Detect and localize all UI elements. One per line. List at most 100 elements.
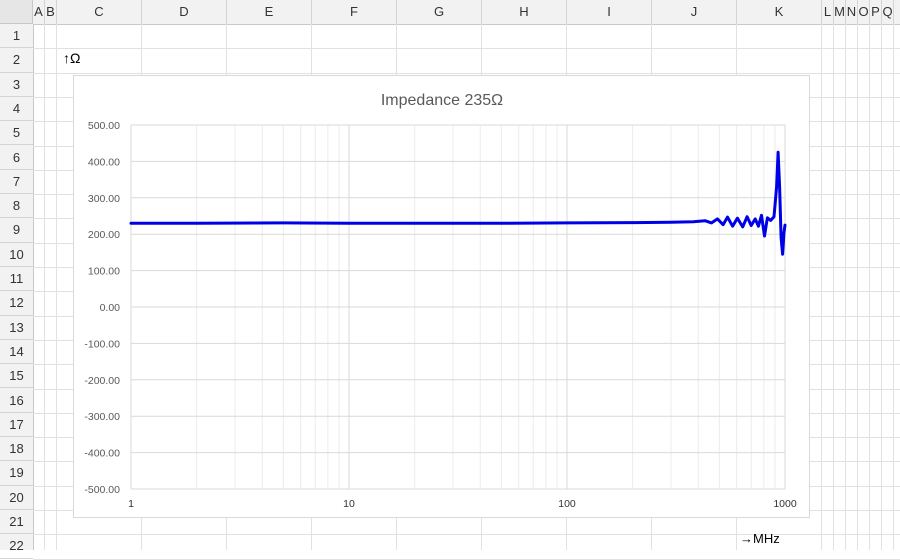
y-tick-label: 0.00 (100, 302, 121, 314)
data-point (763, 234, 766, 238)
column-header-d[interactable]: D (142, 0, 227, 24)
x-tick-label: 100 (558, 498, 576, 510)
column-header-p[interactable]: P (870, 0, 882, 24)
row-header-7[interactable]: 7 (0, 170, 33, 195)
impedance-chart[interactable]: Impedance 235Ω 500.00 400.00 300.00 200.00 1… (74, 76, 811, 519)
row-header-2[interactable]: 2 (0, 48, 33, 73)
data-point (669, 221, 673, 224)
x-axis-tick-labels: 1 10 100 1000 (128, 498, 797, 510)
row-header-19[interactable]: 19 (0, 461, 33, 486)
data-point (772, 215, 776, 218)
data-point (500, 222, 503, 225)
row-header-4[interactable]: 4 (0, 97, 33, 122)
row-header-12[interactable]: 12 (0, 291, 33, 316)
row-header-20[interactable]: 20 (0, 486, 33, 510)
row-header-bar: 1 2 3 4 5 6 7 8 9 10 11 12 13 14 15 16 17 18 19 20 21 22 (0, 24, 34, 559)
x-tick-label: 10 (343, 498, 355, 510)
y-tick-label: 500.00 (88, 120, 120, 132)
row-header-15[interactable]: 15 (0, 364, 33, 389)
column-header-j[interactable]: J (652, 0, 737, 24)
y-axis-tick-labels: 500.00 400.00 300.00 200.00 100.00 0.00 -100.0… (84, 120, 120, 496)
row-header-17[interactable]: 17 (0, 413, 33, 438)
data-point (750, 224, 753, 227)
row-header-9[interactable]: 9 (0, 218, 33, 243)
data-point (195, 222, 198, 225)
data-point (710, 221, 713, 225)
series-lines[interactable] (129, 150, 787, 256)
column-header-m[interactable]: M (834, 0, 846, 24)
data-point (347, 222, 351, 225)
row-header-21[interactable]: 21 (0, 510, 33, 535)
row-header-6[interactable]: 6 (0, 146, 33, 170)
data-point (692, 220, 695, 223)
chart-title[interactable]: Impedance 235Ω (381, 92, 503, 109)
column-header-g[interactable]: G (397, 0, 482, 24)
column-header-i[interactable]: I (567, 0, 652, 24)
row-header-14[interactable]: 14 (0, 340, 33, 365)
x-tick-label: 1 (128, 498, 134, 510)
column-header-b[interactable]: B (45, 0, 57, 24)
data-point (716, 217, 719, 221)
column-header-o[interactable]: O (858, 0, 870, 24)
row-header-22[interactable]: 22 (0, 534, 33, 559)
data-point (779, 236, 783, 239)
data-point (757, 225, 760, 228)
data-point (778, 185, 781, 189)
row-header-8[interactable]: 8 (0, 194, 33, 219)
column-header-e[interactable]: E (227, 0, 312, 24)
y-tick-label: -500.00 (84, 484, 120, 496)
y-tick-label: -100.00 (84, 338, 120, 350)
y-tick-label: -300.00 (84, 411, 120, 423)
data-point (782, 231, 786, 234)
data-point (413, 222, 416, 225)
column-header-q[interactable]: Q (882, 0, 894, 24)
y-tick-label: 400.00 (88, 156, 120, 168)
y-tick-label: 200.00 (88, 229, 120, 241)
data-point (745, 215, 749, 218)
data-point (726, 215, 729, 219)
data-point (781, 253, 784, 256)
column-header-c[interactable]: C (57, 0, 142, 24)
data-point (721, 223, 725, 226)
data-point (282, 221, 285, 225)
data-point (760, 214, 763, 217)
y-tick-label: -400.00 (84, 448, 120, 460)
column-header-k[interactable]: K (737, 0, 822, 24)
column-header-n[interactable]: N (846, 0, 858, 24)
data-point (769, 219, 772, 222)
row-header-11[interactable]: 11 (0, 267, 33, 292)
select-all-corner[interactable] (0, 0, 33, 24)
x-unit-label[interactable]: →MHz (740, 531, 780, 546)
y-tick-label: 300.00 (88, 193, 120, 205)
data-point (129, 222, 133, 225)
y-unit-label[interactable]: ↑Ω (63, 50, 80, 66)
x-tick-label: 1000 (773, 498, 797, 510)
data-point (766, 216, 769, 219)
impedance-series-line[interactable] (129, 150, 787, 256)
column-header-h[interactable]: H (482, 0, 567, 24)
row-header-18[interactable]: 18 (0, 437, 33, 462)
data-point (736, 217, 739, 220)
column-header-bar: ABCDEFGHIJKLMNOPQ (33, 0, 900, 25)
row-header-13[interactable]: 13 (0, 316, 33, 340)
row-header-3[interactable]: 3 (0, 73, 33, 97)
row-header-1[interactable]: 1 (0, 24, 33, 49)
data-point (731, 225, 734, 228)
data-point (703, 219, 707, 222)
data-point (776, 151, 780, 154)
plot-gridlines (130, 124, 786, 490)
column-header-l[interactable]: L (822, 0, 834, 24)
data-point (754, 217, 757, 221)
y-tick-label: 100.00 (88, 266, 120, 278)
data-point (565, 221, 569, 225)
row-header-10[interactable]: 10 (0, 243, 33, 267)
row-header-16[interactable]: 16 (0, 389, 33, 413)
data-point (775, 185, 778, 189)
column-header-f[interactable]: F (312, 0, 397, 24)
row-header-5[interactable]: 5 (0, 121, 33, 146)
y-tick-label: -200.00 (84, 375, 120, 387)
column-header-a[interactable]: A (33, 0, 45, 24)
chart-area[interactable]: Impedance 235Ω 500.00 400.00 300.00 200.00 1… (73, 75, 810, 518)
data-point (631, 221, 634, 224)
data-point (783, 223, 787, 227)
